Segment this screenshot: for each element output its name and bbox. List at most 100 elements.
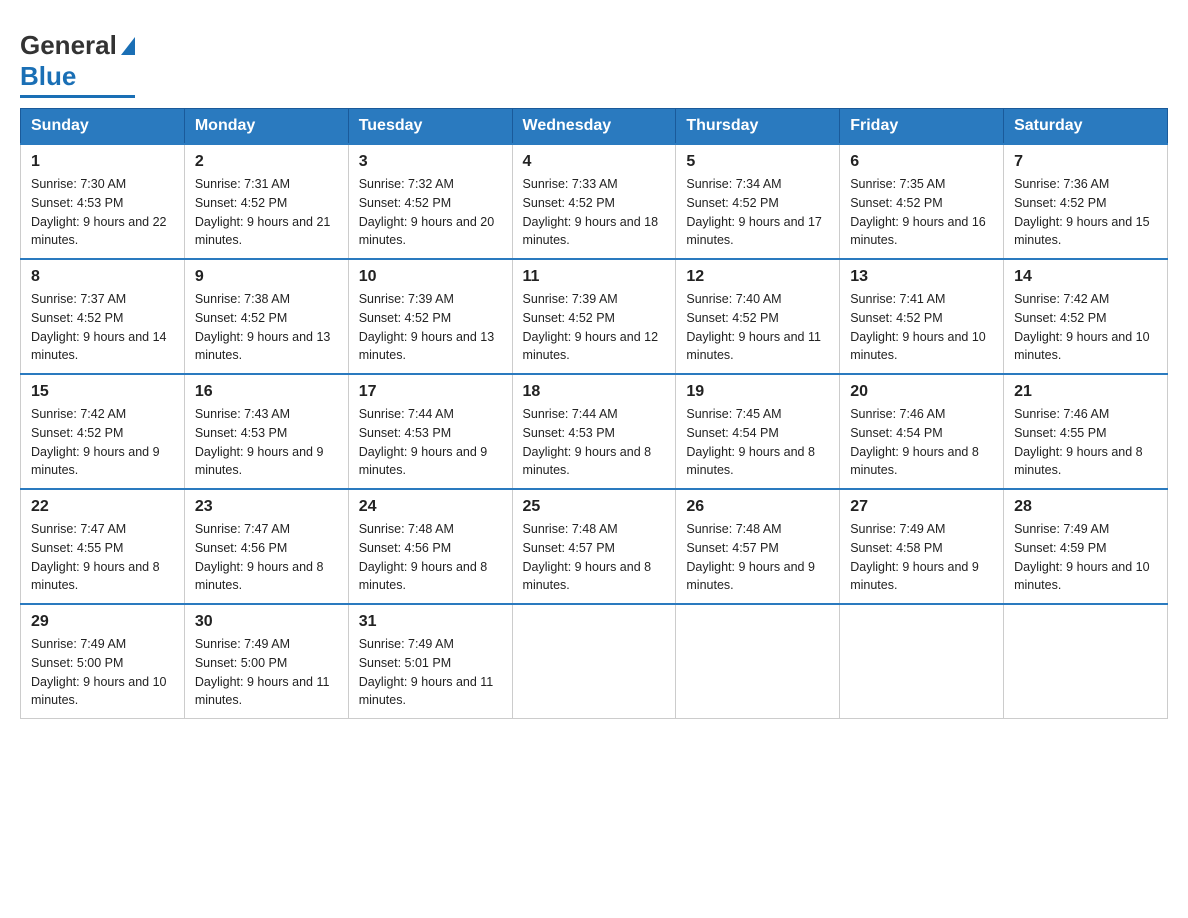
calendar-day-cell: 31 Sunrise: 7:49 AMSunset: 5:01 PMDayligh… (348, 604, 512, 719)
calendar-day-cell (1004, 604, 1168, 719)
calendar-day-cell: 4Sunrise: 7:33 AMSunset: 4:52 PMDaylight… (512, 144, 676, 259)
day-sun-info: Sunrise: 7:40 AMSunset: 4:52 PMDaylight:… (686, 290, 829, 365)
calendar-day-cell (676, 604, 840, 719)
logo-underline (20, 95, 135, 98)
day-of-week-header: Tuesday (348, 109, 512, 145)
day-of-week-header: Monday (184, 109, 348, 145)
calendar-week-row: 15 Sunrise: 7:42 AMSunset: 4:52 PMDayligh… (21, 374, 1168, 489)
day-sun-info: Sunrise: 7:39 AMSunset: 4:52 PMDaylight:… (523, 290, 666, 365)
calendar-week-row: 22 Sunrise: 7:47 AMSunset: 4:55 PMDayligh… (21, 489, 1168, 604)
logo-arrow-icon (121, 37, 135, 55)
day-number: 17 (359, 383, 502, 401)
calendar-week-row: 29 Sunrise: 7:49 AMSunset: 5:00 PMDayligh… (21, 604, 1168, 719)
page-header: General Blue (20, 20, 1168, 98)
day-number: 1 (31, 153, 174, 171)
calendar-day-cell: 22 Sunrise: 7:47 AMSunset: 4:55 PMDayligh… (21, 489, 185, 604)
day-sun-info: Sunrise: 7:34 AMSunset: 4:52 PMDaylight:… (686, 175, 829, 250)
day-number: 2 (195, 153, 338, 171)
day-sun-info: Sunrise: 7:43 AMSunset: 4:53 PMDaylight:… (195, 405, 338, 480)
day-sun-info: Sunrise: 7:42 AMSunset: 4:52 PMDaylight:… (31, 405, 174, 480)
day-number: 8 (31, 268, 174, 286)
calendar-day-cell: 15 Sunrise: 7:42 AMSunset: 4:52 PMDayligh… (21, 374, 185, 489)
day-of-week-header: Sunday (21, 109, 185, 145)
calendar-day-cell: 18 Sunrise: 7:44 AMSunset: 4:53 PMDayligh… (512, 374, 676, 489)
days-of-week-row: SundayMondayTuesdayWednesdayThursdayFrid… (21, 109, 1168, 145)
calendar-day-cell: 21 Sunrise: 7:46 AMSunset: 4:55 PMDayligh… (1004, 374, 1168, 489)
day-number: 11 (523, 268, 666, 286)
calendar-day-cell (840, 604, 1004, 719)
day-sun-info: Sunrise: 7:46 AMSunset: 4:55 PMDaylight:… (1014, 405, 1157, 480)
day-sun-info: Sunrise: 7:49 AMSunset: 5:00 PMDaylight:… (31, 635, 174, 710)
day-sun-info: Sunrise: 7:49 AMSunset: 5:00 PMDaylight:… (195, 635, 338, 710)
day-sun-info: Sunrise: 7:37 AMSunset: 4:52 PMDaylight:… (31, 290, 174, 365)
calendar-day-cell: 30 Sunrise: 7:49 AMSunset: 5:00 PMDayligh… (184, 604, 348, 719)
day-sun-info: Sunrise: 7:49 AMSunset: 4:58 PMDaylight:… (850, 520, 993, 595)
calendar-table: SundayMondayTuesdayWednesdayThursdayFrid… (20, 108, 1168, 719)
day-number: 27 (850, 498, 993, 516)
day-number: 15 (31, 383, 174, 401)
calendar-day-cell: 28 Sunrise: 7:49 AMSunset: 4:59 PMDayligh… (1004, 489, 1168, 604)
day-sun-info: Sunrise: 7:48 AMSunset: 4:57 PMDaylight:… (686, 520, 829, 595)
calendar-day-cell: 10 Sunrise: 7:39 AMSunset: 4:52 PMDayligh… (348, 259, 512, 374)
day-number: 16 (195, 383, 338, 401)
day-number: 24 (359, 498, 502, 516)
calendar-day-cell: 17Sunrise: 7:44 AMSunset: 4:53 PMDayligh… (348, 374, 512, 489)
day-number: 5 (686, 153, 829, 171)
day-number: 21 (1014, 383, 1157, 401)
day-number: 30 (195, 613, 338, 631)
day-sun-info: Sunrise: 7:33 AMSunset: 4:52 PMDaylight:… (523, 175, 666, 250)
day-sun-info: Sunrise: 7:48 AMSunset: 4:56 PMDaylight:… (359, 520, 502, 595)
calendar-day-cell: 12Sunrise: 7:40 AMSunset: 4:52 PMDayligh… (676, 259, 840, 374)
calendar-day-cell: 6 Sunrise: 7:35 AMSunset: 4:52 PMDaylight… (840, 144, 1004, 259)
day-number: 7 (1014, 153, 1157, 171)
day-number: 20 (850, 383, 993, 401)
calendar-week-row: 1 Sunrise: 7:30 AMSunset: 4:53 PMDaylight… (21, 144, 1168, 259)
day-sun-info: Sunrise: 7:30 AMSunset: 4:53 PMDaylight:… (31, 175, 174, 250)
logo-general-text: General (20, 30, 117, 61)
calendar-day-cell: 11 Sunrise: 7:39 AMSunset: 4:52 PMDayligh… (512, 259, 676, 374)
day-sun-info: Sunrise: 7:35 AMSunset: 4:52 PMDaylight:… (850, 175, 993, 250)
calendar-day-cell: 14 Sunrise: 7:42 AMSunset: 4:52 PMDayligh… (1004, 259, 1168, 374)
calendar-day-cell: 19 Sunrise: 7:45 AMSunset: 4:54 PMDayligh… (676, 374, 840, 489)
day-number: 25 (523, 498, 666, 516)
day-of-week-header: Saturday (1004, 109, 1168, 145)
calendar-day-cell: 16 Sunrise: 7:43 AMSunset: 4:53 PMDayligh… (184, 374, 348, 489)
calendar-day-cell: 13Sunrise: 7:41 AMSunset: 4:52 PMDayligh… (840, 259, 1004, 374)
day-number: 13 (850, 268, 993, 286)
day-number: 18 (523, 383, 666, 401)
day-sun-info: Sunrise: 7:42 AMSunset: 4:52 PMDaylight:… (1014, 290, 1157, 365)
day-sun-info: Sunrise: 7:48 AMSunset: 4:57 PMDaylight:… (523, 520, 666, 595)
calendar-day-cell: 5 Sunrise: 7:34 AMSunset: 4:52 PMDaylight… (676, 144, 840, 259)
day-sun-info: Sunrise: 7:49 AMSunset: 5:01 PMDaylight:… (359, 635, 502, 710)
calendar-day-cell: 26Sunrise: 7:48 AMSunset: 4:57 PMDayligh… (676, 489, 840, 604)
day-number: 29 (31, 613, 174, 631)
calendar-day-cell: 25 Sunrise: 7:48 AMSunset: 4:57 PMDayligh… (512, 489, 676, 604)
day-number: 28 (1014, 498, 1157, 516)
calendar-day-cell: 3Sunrise: 7:32 AMSunset: 4:52 PMDaylight… (348, 144, 512, 259)
day-number: 31 (359, 613, 502, 631)
calendar-week-row: 8 Sunrise: 7:37 AMSunset: 4:52 PMDaylight… (21, 259, 1168, 374)
day-number: 22 (31, 498, 174, 516)
day-sun-info: Sunrise: 7:38 AMSunset: 4:52 PMDaylight:… (195, 290, 338, 365)
day-number: 6 (850, 153, 993, 171)
calendar-day-cell: 7 Sunrise: 7:36 AMSunset: 4:52 PMDaylight… (1004, 144, 1168, 259)
day-sun-info: Sunrise: 7:36 AMSunset: 4:52 PMDaylight:… (1014, 175, 1157, 250)
day-sun-info: Sunrise: 7:46 AMSunset: 4:54 PMDaylight:… (850, 405, 993, 480)
day-number: 14 (1014, 268, 1157, 286)
day-sun-info: Sunrise: 7:45 AMSunset: 4:54 PMDaylight:… (686, 405, 829, 480)
calendar-day-cell: 8 Sunrise: 7:37 AMSunset: 4:52 PMDaylight… (21, 259, 185, 374)
day-number: 9 (195, 268, 338, 286)
day-sun-info: Sunrise: 7:31 AMSunset: 4:52 PMDaylight:… (195, 175, 338, 250)
day-number: 19 (686, 383, 829, 401)
day-number: 23 (195, 498, 338, 516)
day-sun-info: Sunrise: 7:49 AMSunset: 4:59 PMDaylight:… (1014, 520, 1157, 595)
day-number: 10 (359, 268, 502, 286)
day-sun-info: Sunrise: 7:47 AMSunset: 4:56 PMDaylight:… (195, 520, 338, 595)
day-sun-info: Sunrise: 7:44 AMSunset: 4:53 PMDaylight:… (523, 405, 666, 480)
calendar-day-cell: 20 Sunrise: 7:46 AMSunset: 4:54 PMDayligh… (840, 374, 1004, 489)
calendar-day-cell: 1 Sunrise: 7:30 AMSunset: 4:53 PMDaylight… (21, 144, 185, 259)
logo-blue-text: Blue (20, 61, 76, 92)
calendar-day-cell: 23 Sunrise: 7:47 AMSunset: 4:56 PMDayligh… (184, 489, 348, 604)
day-sun-info: Sunrise: 7:47 AMSunset: 4:55 PMDaylight:… (31, 520, 174, 595)
day-sun-info: Sunrise: 7:39 AMSunset: 4:52 PMDaylight:… (359, 290, 502, 365)
